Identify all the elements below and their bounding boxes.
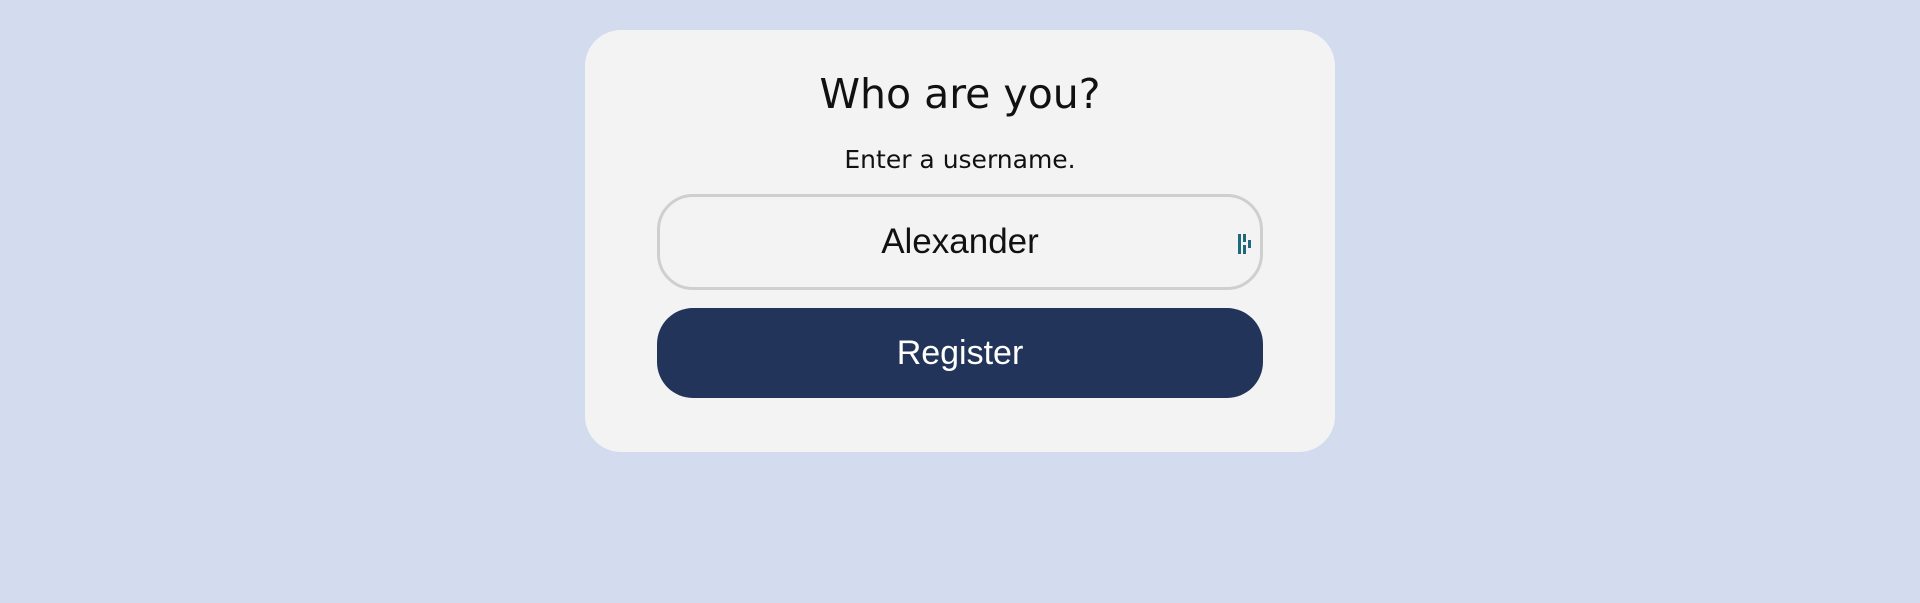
username-input[interactable] (660, 197, 1260, 287)
password-manager-icon[interactable] (1237, 232, 1255, 256)
page-title: Who are you? (819, 70, 1101, 118)
register-card: Who are you? Enter a username. Register (585, 30, 1335, 452)
username-field (657, 194, 1263, 290)
register-button[interactable]: Register (657, 308, 1263, 398)
page-subtitle: Enter a username. (844, 145, 1076, 174)
